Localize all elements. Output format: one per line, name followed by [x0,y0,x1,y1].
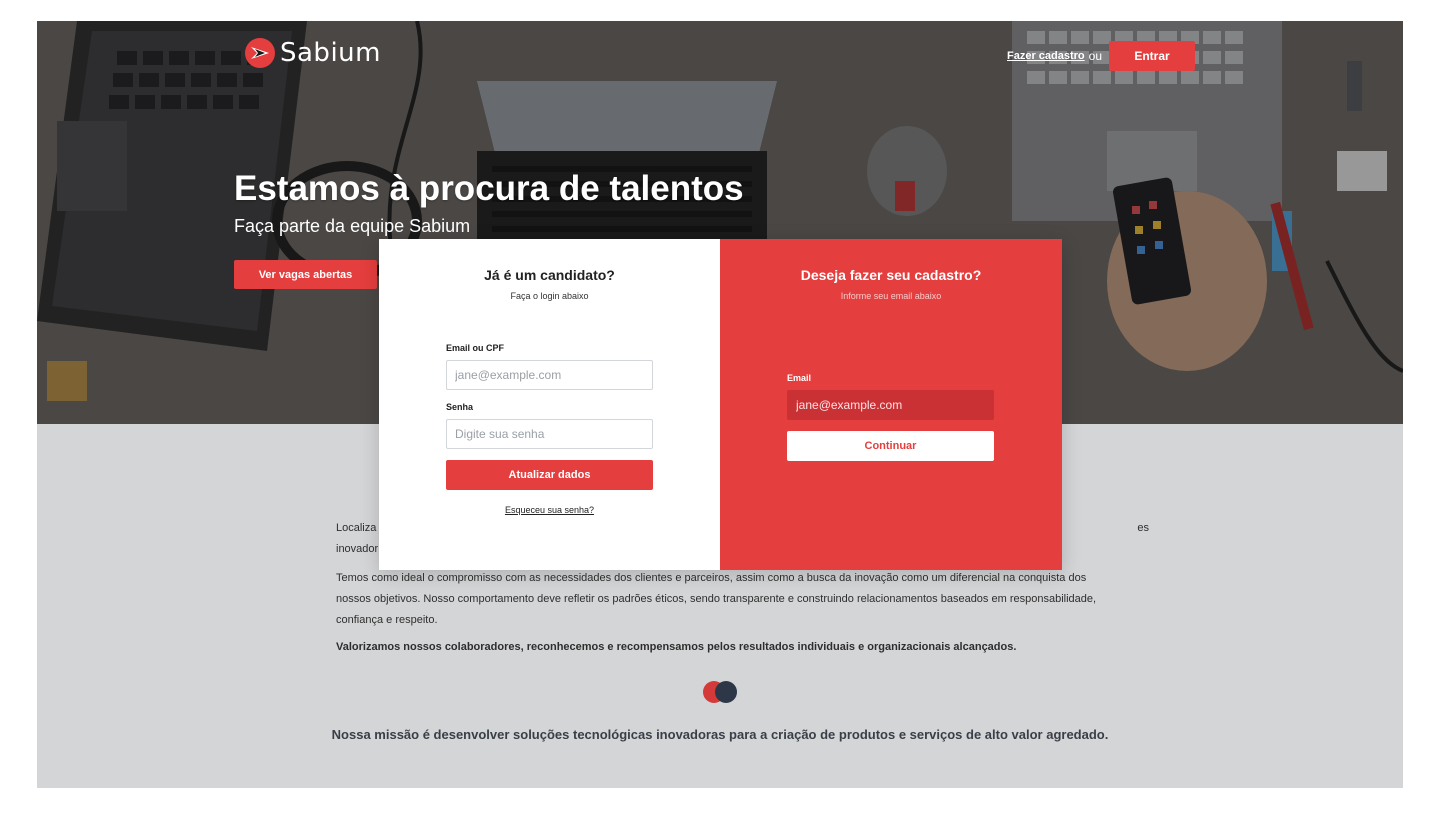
hero-subtitle: Faça parte da equipe Sabium [234,216,471,236]
sabium-logo-icon [245,38,275,68]
register-link[interactable]: Fazer cadastro [1007,50,1085,62]
hero-title: Estamos à procura de talentos [234,169,744,208]
about-paragraph-3: Valorizamos nossos colaboradores, reconh… [336,641,1017,653]
continue-button[interactable]: Continuar [787,431,994,461]
signup-panel: Deseja fazer seu cadastro? Informe seu e… [720,239,1062,570]
mission-statement: Nossa missão é desenvolver soluções tecn… [331,727,1109,742]
password-label: Senha [446,402,474,412]
signup-title: Deseja fazer seu cadastro? [800,267,982,283]
top-navigation: Fazer cadastro ou Entrar [1007,41,1195,71]
about-paragraph-2: Temos como ideal o compromisso com as ne… [336,572,1097,626]
signup-email-label: Email [787,373,812,383]
update-data-button[interactable]: Atualizar dados [446,460,653,490]
email-cpf-input[interactable] [446,360,653,390]
login-button[interactable]: Entrar [1109,41,1195,71]
logo-text: Sabium [280,38,381,68]
login-title: Já é um candidato? [484,267,615,283]
forgot-password-link[interactable]: Esqueceu sua senha? [379,505,720,515]
signup-email-input[interactable] [787,390,994,420]
login-panel: Já é um candidato? Faça o login abaixo E… [379,239,720,570]
auth-modal: Já é um candidato? Faça o login abaixo E… [379,239,1062,570]
email-cpf-label: Email ou CPF [446,343,505,353]
or-text: ou [1088,49,1102,63]
sabium-logo[interactable]: Sabium [244,37,381,69]
brand-dots-icon [703,681,737,703]
view-openings-button[interactable]: Ver vagas abertas [234,260,377,289]
signup-subtitle: Informe seu email abaixo [840,291,942,301]
login-subtitle: Faça o login abaixo [510,291,589,301]
page-frame: Sabium Fazer cadastro ou Entrar Estamos … [37,21,1403,788]
password-input[interactable] [446,419,653,449]
